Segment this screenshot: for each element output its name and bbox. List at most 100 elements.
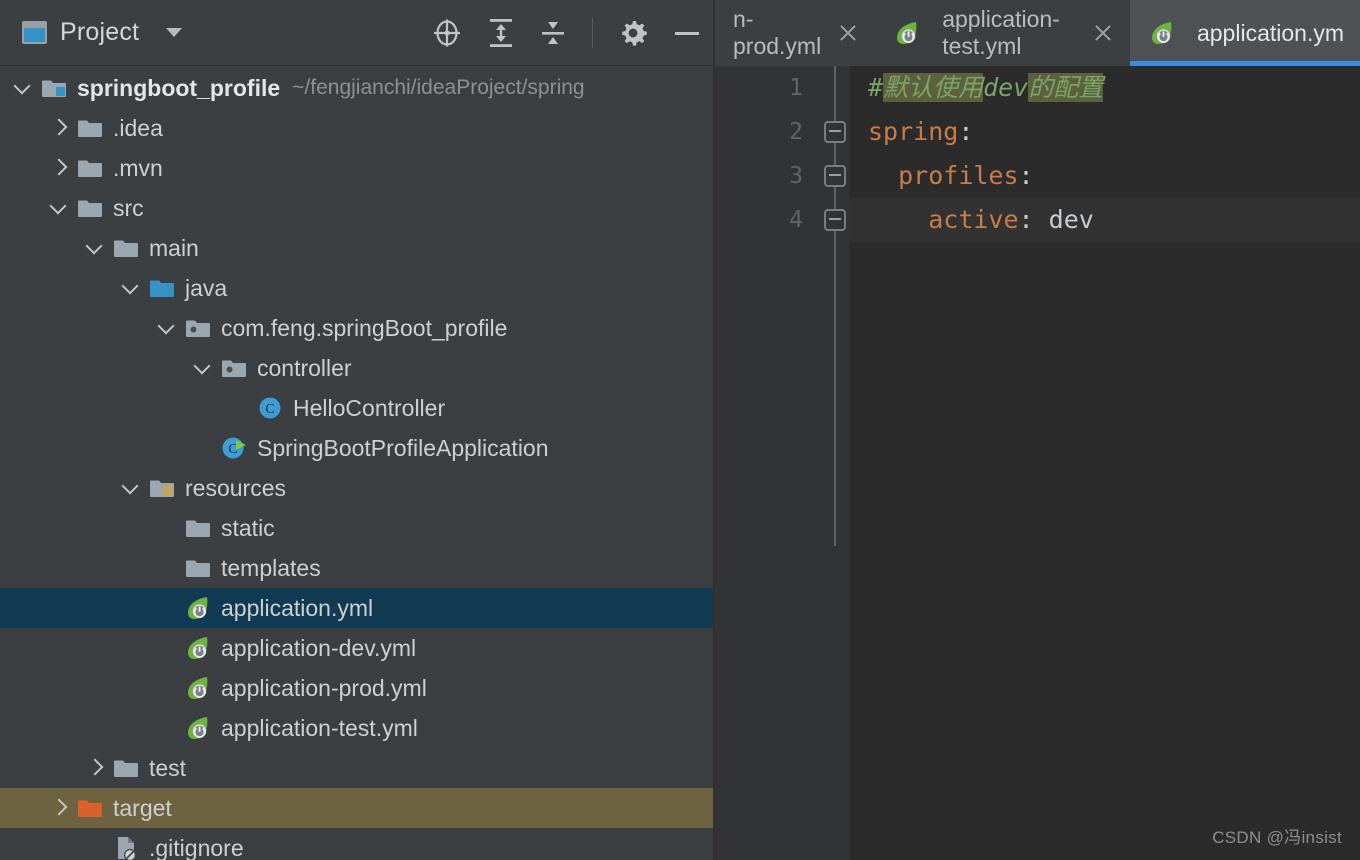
tree-row[interactable]: .idea xyxy=(0,108,715,148)
source-root-folder-icon xyxy=(148,274,176,302)
project-tool-window: Project xyxy=(0,0,715,860)
tree-row[interactable]: com.feng.springBoot_profile xyxy=(0,308,715,348)
tree-row[interactable]: CSpringBootProfileApplication xyxy=(0,428,715,468)
project-tool-window-header: Project xyxy=(0,0,715,66)
folder-icon xyxy=(76,154,104,182)
yaml-comment-token: #默认使用dev的配置 xyxy=(868,73,1103,102)
java-class-icon: C xyxy=(256,394,284,422)
code-line[interactable]: #默认使用dev的配置 xyxy=(850,66,1360,110)
tree-row-label: target xyxy=(113,797,172,820)
chevron-right-icon[interactable] xyxy=(84,757,106,779)
resources-root-folder-icon xyxy=(148,474,176,502)
tree-row-label: main xyxy=(149,237,199,260)
editor-tab-label: application-test.yml xyxy=(942,6,1076,60)
editor-gutter[interactable]: 1234 xyxy=(715,66,820,860)
tree-row[interactable]: src xyxy=(0,188,715,228)
spring-yaml-icon xyxy=(184,674,212,702)
chevron-down-icon[interactable] xyxy=(120,277,142,299)
tree-row[interactable]: CHelloController xyxy=(0,388,715,428)
code-folding-column[interactable] xyxy=(820,66,850,860)
fold-marker-icon[interactable] xyxy=(824,165,846,187)
chevron-down-icon[interactable] xyxy=(192,357,214,379)
chevron-down-icon[interactable] xyxy=(120,477,142,499)
spring-yaml-icon xyxy=(893,19,921,47)
project-tree[interactable]: springboot_profile~/fengjianchi/ideaProj… xyxy=(0,66,715,860)
tree-row-label: com.feng.springBoot_profile xyxy=(221,317,507,340)
tree-row-label: application-dev.yml xyxy=(221,637,416,660)
yaml-value-token: dev xyxy=(1034,205,1094,234)
tree-row[interactable]: resources xyxy=(0,468,715,508)
fold-marker-icon[interactable] xyxy=(824,121,846,143)
editor-tab[interactable]: n-prod.yml xyxy=(715,0,875,66)
tree-row[interactable]: .gitignore xyxy=(0,828,715,860)
folder-icon xyxy=(112,234,140,262)
tree-row[interactable]: application-prod.yml xyxy=(0,668,715,708)
tree-row[interactable]: application-dev.yml xyxy=(0,628,715,668)
chevron-right-icon[interactable] xyxy=(48,797,70,819)
tree-indent-spacer xyxy=(156,717,178,739)
code-line[interactable]: profiles: xyxy=(850,154,1360,198)
package-icon xyxy=(220,354,248,382)
line-number: 1 xyxy=(715,66,820,110)
editor-tab-bar[interactable]: n-prod.yml application-test.yml applicatio… xyxy=(715,0,1360,66)
code-indent xyxy=(868,205,928,234)
tree-row[interactable]: application-test.yml xyxy=(0,708,715,748)
tool-window-actions xyxy=(430,16,703,50)
code-line[interactable]: active: dev xyxy=(850,198,1360,242)
tree-row-label: application-prod.yml xyxy=(221,677,427,700)
yaml-key-token: profiles xyxy=(898,161,1018,190)
spring-yaml-icon xyxy=(1148,19,1176,47)
collapse-all-icon[interactable] xyxy=(538,16,568,50)
comment-hash: # xyxy=(868,73,883,102)
chevron-down-icon[interactable] xyxy=(48,197,70,219)
close-tab-icon[interactable] xyxy=(837,22,859,44)
editor-tab-label: n-prod.yml xyxy=(733,6,821,60)
toolbar-divider xyxy=(592,18,593,48)
settings-gear-icon[interactable] xyxy=(617,17,649,49)
chevron-down-icon[interactable] xyxy=(12,77,34,99)
tree-row-label: src xyxy=(113,197,144,220)
tree-row-label: .idea xyxy=(113,117,163,140)
tree-row[interactable]: test xyxy=(0,748,715,788)
project-view-selector[interactable]: Project xyxy=(22,18,182,47)
tree-row[interactable]: java xyxy=(0,268,715,308)
watermark: CSDN @冯insist xyxy=(1212,823,1342,848)
gitignore-file-icon xyxy=(112,834,140,860)
yaml-colon-token: : xyxy=(958,117,973,146)
tree-row[interactable]: main xyxy=(0,228,715,268)
code-content[interactable]: #默认使用dev的配置 spring: profiles: active: dev xyxy=(850,66,1360,860)
chevron-right-icon[interactable] xyxy=(48,157,70,179)
tree-row[interactable]: templates xyxy=(0,548,715,588)
chevron-down-icon[interactable] xyxy=(156,317,178,339)
fold-marker-icon[interactable] xyxy=(824,209,846,231)
code-indent xyxy=(868,161,898,190)
tree-row-label: SpringBootProfileApplication xyxy=(257,437,549,460)
folder-icon xyxy=(76,194,104,222)
code-editor[interactable]: 1234 #默认使用dev的配置 spring: profiles: active… xyxy=(715,66,1360,860)
editor-panel: n-prod.yml application-test.yml applicatio… xyxy=(715,0,1360,860)
expand-all-icon[interactable] xyxy=(486,16,516,50)
hide-minimize-icon[interactable] xyxy=(671,17,703,49)
chevron-down-icon[interactable] xyxy=(166,28,182,37)
tree-row[interactable]: application.yml xyxy=(0,588,715,628)
tree-row[interactable]: target xyxy=(0,788,715,828)
idea-window: Project xyxy=(0,0,1360,860)
tree-row[interactable]: springboot_profile~/fengjianchi/ideaProj… xyxy=(0,68,715,108)
code-line[interactable]: spring: xyxy=(850,110,1360,154)
tree-row[interactable]: .mvn xyxy=(0,148,715,188)
spring-yaml-icon xyxy=(184,634,212,662)
tree-row[interactable]: static xyxy=(0,508,715,548)
chevron-right-icon[interactable] xyxy=(48,117,70,139)
tree-row[interactable]: controller xyxy=(0,348,715,388)
close-tab-icon[interactable] xyxy=(1092,22,1114,44)
tree-row-label: .gitignore xyxy=(149,837,244,860)
editor-tab[interactable]: application-test.yml xyxy=(875,0,1130,66)
spring-yaml-icon xyxy=(184,594,212,622)
tree-row-label: .mvn xyxy=(113,157,163,180)
tree-indent-spacer xyxy=(156,517,178,539)
tree-indent-spacer xyxy=(156,677,178,699)
editor-tab[interactable]: application.ym xyxy=(1130,0,1360,66)
chevron-down-icon[interactable] xyxy=(84,237,106,259)
yaml-colon-token: : xyxy=(1019,161,1034,190)
select-opened-file-icon[interactable] xyxy=(430,16,464,50)
